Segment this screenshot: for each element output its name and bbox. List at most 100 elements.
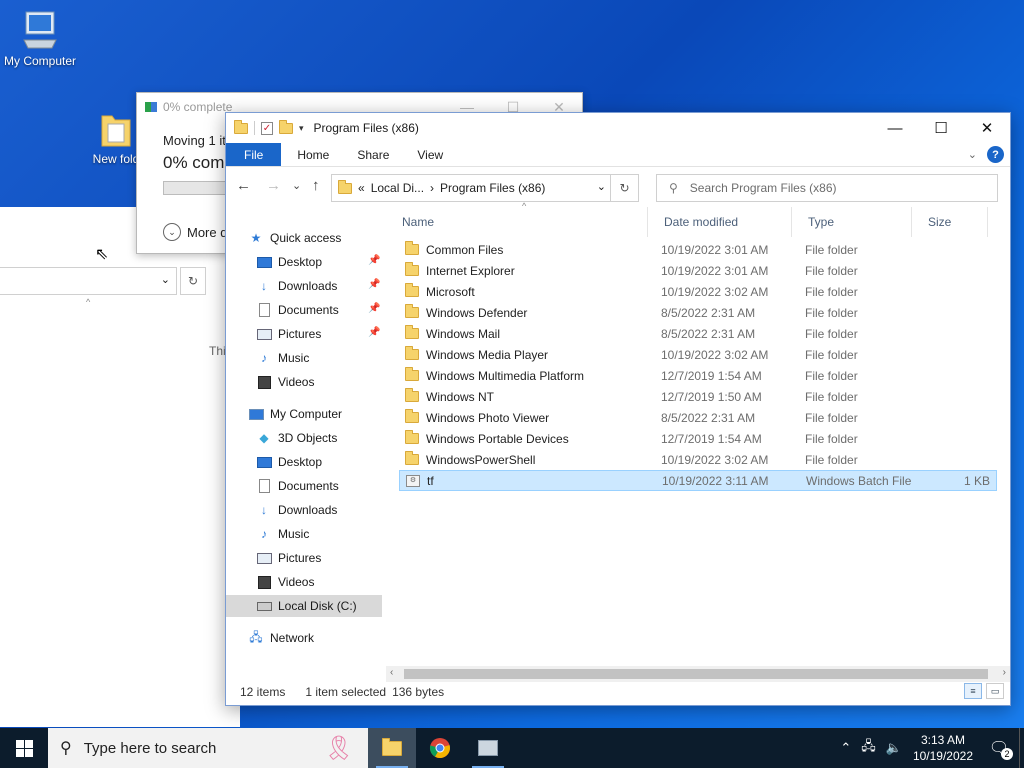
start-button[interactable] [0, 728, 48, 768]
table-row[interactable]: Windows Defender 8/5/2022 2:31 AM File fol… [399, 302, 997, 323]
file-type: File folder [805, 368, 858, 383]
address-bar[interactable]: « Local Di... › Program Files (x86) ⌄ ↻ [331, 174, 639, 202]
file-name-cell: ⚙ tf [400, 474, 662, 488]
up-button[interactable]: ↑ [312, 177, 320, 194]
scrollbar-thumb[interactable] [404, 669, 988, 679]
column-header-name[interactable]: Name [386, 207, 648, 237]
tab-share[interactable]: Share [343, 143, 403, 166]
help-icon[interactable]: ? [987, 146, 1004, 163]
search-input[interactable]: ⚲ Search Program Files (x86) [656, 174, 998, 202]
breadcrumb-program-files[interactable]: Program Files (x86) [440, 181, 545, 195]
titlebar[interactable]: ✓ ▾ Program Files (x86) — ☐ ✕ [226, 113, 1010, 143]
column-header-date[interactable]: Date modified [648, 207, 792, 237]
chevron-down-icon[interactable]: ⌄ [161, 273, 170, 286]
table-row[interactable]: Windows NT 12/7/2019 1:50 AM File folder [399, 386, 997, 407]
scroll-left-icon[interactable]: ‹ [390, 667, 393, 678]
clock[interactable]: 3:13 AM 10/19/2022 [913, 732, 973, 764]
explorer-window[interactable]: ✓ ▾ Program Files (x86) — ☐ ✕ File Home … [225, 112, 1011, 706]
table-row[interactable]: Windows Photo Viewer 8/5/2022 2:31 AM File… [399, 407, 997, 428]
navigation-bar: ← → ⌄ ↑ « Local Di... › Program Files (x… [226, 167, 1010, 207]
forward-button[interactable]: → [266, 177, 281, 194]
minimize-button[interactable]: — [872, 113, 918, 143]
file-type: File folder [805, 389, 858, 404]
tab-view[interactable]: View [403, 143, 457, 166]
column-header-type[interactable]: Type [792, 207, 912, 237]
network-icon[interactable]: 🖧 [861, 737, 876, 759]
sidebar-item-videos[interactable]: Videos [256, 571, 314, 593]
sidebar-item-pictures[interactable]: Pictures [256, 323, 321, 345]
table-row[interactable]: Internet Explorer 10/19/2022 3:01 AM File … [399, 260, 997, 281]
pin-icon: 📌 [368, 303, 381, 314]
details-view-icon[interactable]: ≡ [964, 683, 982, 699]
sidebar-item-desktop[interactable]: Desktop [256, 251, 322, 273]
taskbar-search-placeholder: Type here to search [83, 739, 217, 757]
folder-icon [405, 241, 419, 255]
show-desktop-button[interactable] [1019, 728, 1024, 768]
sidebar-item-downloads[interactable]: ↓ Downloads [256, 275, 337, 297]
customize-dropdown-icon[interactable]: ▾ [299, 123, 304, 134]
windows-logo-icon [15, 739, 33, 757]
sidebar-item-local-disk[interactable]: Local Disk (C:) [226, 595, 382, 617]
sidebar-item-music[interactable]: ♪ Music [256, 347, 309, 369]
table-row[interactable]: Windows Portable Devices 12/7/2019 1:54 A… [399, 428, 997, 449]
expand-ribbon-icon[interactable]: ⌄ [968, 148, 977, 161]
chevron-down-icon[interactable]: ⌄ [597, 180, 606, 193]
taskbar-file-operation[interactable] [464, 728, 512, 768]
sidebar-item-pictures[interactable]: Pictures [256, 547, 321, 569]
file-name-cell: Windows Defender [399, 304, 661, 320]
file-name: Common Files [426, 242, 504, 257]
scroll-right-icon[interactable]: › [1003, 667, 1006, 678]
sidebar-item-desktop[interactable]: Desktop [256, 451, 322, 473]
address-bar[interactable]: ⌄ [0, 267, 177, 295]
file-type: File folder [805, 431, 858, 446]
back-button[interactable]: ← [236, 177, 251, 194]
sidebar-item-documents[interactable]: Documents [256, 475, 339, 497]
desktop-icon-my-computer[interactable]: My Computer [0, 10, 80, 68]
sidebar-item-videos[interactable]: Videos [256, 371, 314, 393]
sidebar-item-network[interactable]: 🖧 Network [248, 627, 314, 649]
recent-locations-button[interactable]: ⌄ [292, 179, 301, 192]
computer-icon [248, 407, 264, 421]
sidebar-item-quick-access[interactable]: ★ Quick access [248, 227, 342, 249]
sidebar-item-downloads[interactable]: ↓ Downloads [256, 499, 337, 521]
table-row[interactable]: Common Files 10/19/2022 3:01 AM File folde… [399, 239, 997, 260]
breadcrumb-overflow[interactable]: « [358, 181, 365, 195]
pictures-icon [256, 327, 272, 341]
notification-center-button[interactable]: 🗨 2 [985, 737, 1013, 760]
column-header-size[interactable]: Size [912, 207, 988, 237]
folder-icon [405, 283, 419, 297]
maximize-button[interactable]: ☐ [918, 113, 964, 143]
horizontal-scrollbar[interactable]: ‹ › [386, 666, 1010, 682]
sidebar-item-music[interactable]: ♪ Music [256, 523, 309, 545]
table-row[interactable]: Windows Mail 8/5/2022 2:31 AM File folder [399, 323, 997, 344]
breadcrumb-local-disk[interactable]: Local Di... [371, 181, 424, 195]
sidebar-item-label: Pictures [278, 551, 322, 565]
sidebar-item-documents[interactable]: Documents [256, 299, 339, 321]
file-date: 10/19/2022 3:02 AM [661, 452, 769, 467]
music-icon: ♪ [261, 527, 267, 541]
table-row[interactable]: Microsoft 10/19/2022 3:02 AM File folder [399, 281, 997, 302]
refresh-button[interactable]: ↻ [610, 175, 638, 201]
sidebar-item-my-computer[interactable]: My Computer [248, 403, 342, 425]
taskbar-chrome[interactable] [416, 728, 464, 768]
table-row[interactable]: Windows Media Player 10/19/2022 3:02 AM Fi… [399, 344, 997, 365]
taskbar-file-explorer[interactable] [368, 728, 416, 768]
file-name-cell: Windows NT [399, 388, 661, 404]
sidebar-item-3d-objects[interactable]: ◆ 3D Objects [256, 427, 337, 449]
refresh-button[interactable]: ↻ [180, 267, 206, 295]
taskbar-search-input[interactable]: ⚲ Type here to search 🎗 [48, 728, 368, 768]
large-icons-view-icon[interactable]: ▭ [986, 683, 1004, 699]
close-button[interactable]: ✕ [964, 113, 1010, 143]
table-row[interactable]: ⚙ tf 10/19/2022 3:11 AM Windows Batch File 1… [399, 470, 997, 491]
volume-icon[interactable]: 🔈 [886, 740, 902, 756]
chevron-up-icon[interactable]: ⌃ [840, 740, 851, 756]
table-row[interactable]: Windows Multimedia Platform 12/7/2019 1:5… [399, 365, 997, 386]
more-details-button[interactable]: ⌄ More d [163, 223, 227, 241]
tab-home[interactable]: Home [283, 143, 343, 166]
tab-file[interactable]: File [226, 143, 282, 166]
breadcrumb-separator[interactable]: › [430, 181, 434, 195]
new-folder-icon[interactable] [279, 119, 293, 134]
properties-icon[interactable]: ✓ [261, 121, 273, 135]
file-size: 1 KB [963, 473, 990, 488]
table-row[interactable]: WindowsPowerShell 10/19/2022 3:02 AM File … [399, 449, 997, 470]
